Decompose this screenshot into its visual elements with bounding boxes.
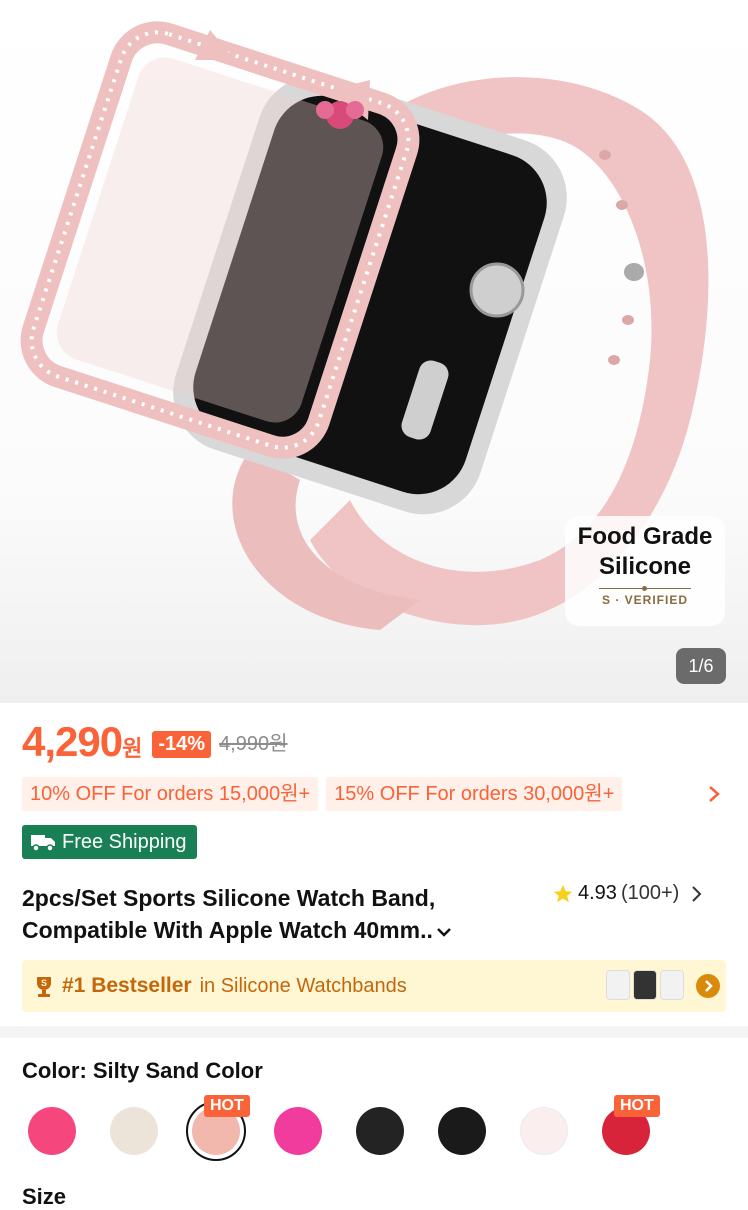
coupon-list[interactable]: 10% OFF For orders 15,000원+ 15% OFF For … — [22, 777, 623, 811]
product-title[interactable]: 2pcs/Set Sports Silicone Watch Band, Com… — [22, 882, 542, 946]
bestseller-category: in Silicone Watchbands — [199, 974, 407, 997]
section-divider — [0, 1026, 748, 1038]
badge-line-1: Food Grade — [577, 523, 713, 550]
thumbnail — [660, 970, 684, 1000]
price-row: 4,290 원 -14% 4,990원 — [22, 718, 288, 768]
color-swatch[interactable] — [110, 1107, 158, 1155]
shipping-label: Free Shipping — [62, 830, 187, 853]
original-price: 4,990원 — [219, 733, 288, 755]
product-image-gallery[interactable]: Food Grade Silicone S · VERIFIED 1/6 — [0, 0, 748, 703]
hot-tag: HOT — [204, 1095, 250, 1117]
arrow-right-icon[interactable] — [696, 974, 720, 998]
color-swatch[interactable] — [356, 1107, 404, 1155]
color-swatch[interactable] — [28, 1107, 76, 1155]
badge-divider — [599, 586, 691, 591]
currency-symbol: 원 — [122, 736, 143, 761]
food-grade-badge: Food Grade Silicone S · VERIFIED — [565, 516, 725, 626]
thumbnail — [606, 970, 630, 1000]
image-counter: 1/6 — [676, 648, 726, 684]
svg-text:S: S — [41, 978, 47, 988]
free-shipping-badge: Free Shipping — [22, 825, 197, 859]
hot-tag: HOT — [614, 1095, 660, 1117]
coupon-tag[interactable]: 15% OFF For orders 30,000원+ — [326, 777, 623, 811]
rating-summary[interactable]: 4.93 (100+) — [552, 882, 705, 905]
chevron-down-icon[interactable] — [435, 925, 453, 939]
sale-price: 4,290 — [22, 718, 123, 765]
badge-line-2: Silicone — [598, 553, 692, 580]
color-swatch[interactable] — [274, 1107, 322, 1155]
chevron-right-icon[interactable] — [704, 783, 724, 805]
title-line-2: Compatible With Apple Watch 40mm.. — [22, 917, 433, 943]
color-label: Color: Silty Sand Color — [22, 1058, 263, 1083]
thumbnail — [633, 970, 657, 1000]
coupon-tag[interactable]: 10% OFF For orders 15,000원+ — [22, 777, 319, 811]
bestseller-banner[interactable]: S #1 Bestseller in Silicone Watchbands — [22, 960, 726, 1012]
review-count: (100+) — [620, 882, 680, 904]
color-swatch[interactable] — [520, 1107, 568, 1155]
rating-score: 4.93 — [578, 882, 617, 904]
discount-badge: -14% — [152, 731, 212, 758]
title-line-1: 2pcs/Set Sports Silicone Watch Band, — [22, 885, 436, 911]
chevron-right-icon[interactable] — [689, 884, 705, 904]
badge-verified: S · VERIFIED — [601, 593, 688, 607]
color-swatch[interactable] — [438, 1107, 486, 1155]
truck-icon — [31, 835, 55, 852]
bestseller-thumbnails — [606, 970, 684, 1000]
bestseller-rank: #1 Bestseller — [62, 974, 192, 997]
trophy-icon: S — [37, 977, 51, 997]
size-label: Size — [22, 1184, 67, 1209]
star-icon — [553, 884, 573, 902]
